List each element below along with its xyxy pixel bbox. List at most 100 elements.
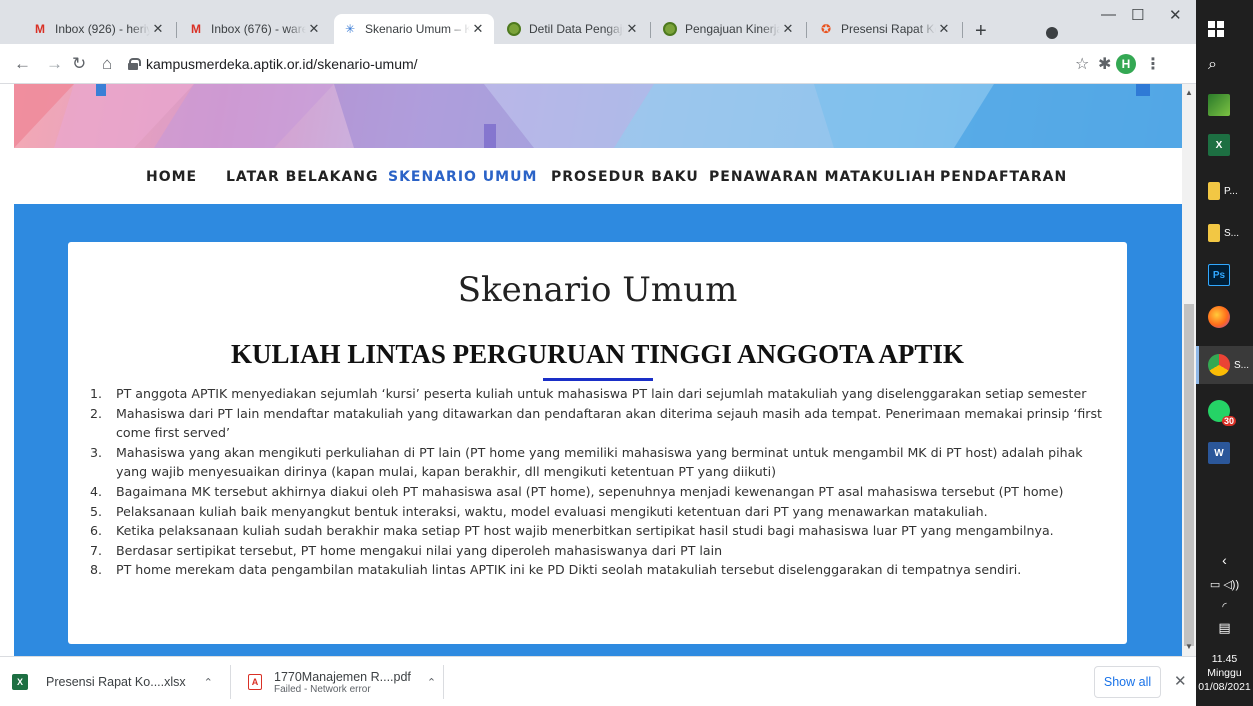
close-icon[interactable]: ✕ <box>936 21 952 37</box>
tab-pengajuan-kinerja[interactable]: Pengajuan Kinerja D ✕ <box>654 14 804 44</box>
nav-pendaftaran[interactable]: PENDAFTARAN <box>940 169 1067 185</box>
globe-icon <box>662 21 678 37</box>
close-icon[interactable]: ✕ <box>624 21 640 37</box>
close-icon[interactable]: ✕ <box>306 21 322 37</box>
step-text: Bagaimana MK tersebut akhirnya diakui ol… <box>116 483 1064 499</box>
step-text: PT home merekam data pengambilan matakul… <box>116 562 1022 578</box>
step-number: 1. <box>90 386 103 401</box>
pdf-file-icon: A <box>248 674 262 690</box>
banner-decoration <box>14 84 1182 148</box>
tab-strip: M Inbox (926) - heriyan ✕ M Inbox (676) … <box>0 0 1196 44</box>
step-text: Berdasar sertipikat tersebut, PT home me… <box>116 542 723 558</box>
step-number: 6. <box>90 523 103 539</box>
reload-icon[interactable]: ↻ <box>72 54 86 74</box>
tab-label: Inbox (926) - heriyan <box>55 22 150 36</box>
tab-gmail-heriyan[interactable]: M Inbox (926) - heriyan ✕ <box>24 14 174 44</box>
nav-latar-belakang[interactable]: LATAR BELAKANG <box>226 169 379 185</box>
windows-taskbar: ⌕ X P... S... Ps S... 30 W ‹ ▭ ◁)) ◜ ▤ 1… <box>1196 0 1253 706</box>
nav-home[interactable]: HOME <box>146 169 197 185</box>
whatsapp-icon[interactable]: 30 <box>1196 392 1253 430</box>
new-tab-button[interactable]: + <box>975 20 987 43</box>
wifi-icon[interactable]: ◜ <box>1196 600 1253 613</box>
browser-toolbar: ← → ↻ ⌂ kampusmerdeka.aptik.or.id/skenar… <box>0 44 1196 84</box>
taskbar-chrome[interactable]: S... <box>1196 346 1253 384</box>
page-title: Skenario Umum <box>457 270 738 310</box>
excel-icon[interactable]: X <box>1196 126 1253 164</box>
tab-label: Presensi Rapat Koor <box>841 22 936 36</box>
content-card: Skenario Umum KULIAH LINTAS PERGURUAN TI… <box>68 242 1127 644</box>
chrome-window: M Inbox (926) - heriyan ✕ M Inbox (676) … <box>0 0 1196 706</box>
lock-icon[interactable] <box>128 58 141 70</box>
taskbar-app-label: S... <box>1234 359 1250 371</box>
nav-prosedur-baku[interactable]: PROSEDUR BAKU <box>551 169 699 185</box>
page-scrollbar[interactable]: ▲ ▼ <box>1182 84 1196 656</box>
download-item-xlsx[interactable]: X Presensi Rapat Ko....xlsx ⌃ <box>12 657 226 706</box>
tab-skenario-umum[interactable]: ✳ Skenario Umum – K ✕ <box>334 14 494 44</box>
step-text: PT anggota APTIK menyediakan sejumlah ‘k… <box>116 386 1087 401</box>
page-subtitle: KULIAH LINTAS PERGURUAN TINGGI ANGGOTA A… <box>231 339 964 369</box>
scroll-down-icon[interactable]: ▼ <box>1185 642 1193 651</box>
step-text: Ketika pelaksanaan kuliah sudah berakhir… <box>116 523 1054 539</box>
taskbar-folder-p[interactable]: P... <box>1196 172 1253 210</box>
step-number: 8. <box>90 562 103 578</box>
tab-presensi-rapat[interactable]: ✪ Presensi Rapat Koor ✕ <box>810 14 960 44</box>
photoshop-logo: Ps <box>1208 264 1230 286</box>
forward-icon[interactable]: → <box>46 54 63 74</box>
search-icon[interactable]: ⌕ <box>1196 46 1253 84</box>
aptik-icon: ✳ <box>344 22 356 36</box>
tab-gmail-warek[interactable]: M Inbox (676) - warek ✕ <box>180 14 330 44</box>
menu-icon[interactable]: ⋮ <box>1145 54 1161 74</box>
close-icon[interactable]: ✕ <box>780 21 796 37</box>
download-shelf: X Presensi Rapat Ko....xlsx ⌃ A 1770Mana… <box>0 656 1196 706</box>
step-text: Pelaksanaan kuliah baik menyangkut bentu… <box>116 503 988 519</box>
photoshop-icon[interactable]: Ps <box>1196 256 1253 294</box>
bookmark-star-icon[interactable]: ☆ <box>1075 54 1089 74</box>
download-item-pdf[interactable]: A 1770Manajemen R....pdf Failed - Networ… <box>248 657 438 706</box>
corel-icon[interactable] <box>1196 86 1253 124</box>
volume-icon[interactable]: ▭ ◁)) <box>1196 578 1253 591</box>
chrome-icon <box>1208 354 1230 376</box>
site-navbar: HOME LATAR BELAKANG SKENARIO UMUM PROSED… <box>14 148 1182 204</box>
step-item: 7. Berdasar sertipikat tersebut, PT home … <box>90 541 1110 561</box>
url-text[interactable]: kampusmerdeka.aptik.or.id/skenario-umum/ <box>146 56 418 72</box>
close-icon[interactable]: ✕ <box>150 21 166 37</box>
download-separator <box>230 665 231 699</box>
profile-avatar[interactable]: H <box>1116 54 1136 74</box>
show-all-button[interactable]: Show all <box>1094 666 1161 698</box>
maximize-button[interactable]: ☐ <box>1131 6 1144 24</box>
firefox-icon[interactable] <box>1196 298 1253 336</box>
step-number: 3. <box>90 444 103 460</box>
chevron-left-icon[interactable]: ‹ <box>1196 552 1253 568</box>
home-icon[interactable]: ⌂ <box>102 54 112 74</box>
address-bar[interactable]: kampusmerdeka.aptik.or.id/skenario-umum/ <box>128 48 1073 80</box>
step-item: 2. Mahasiswa dari PT lain mendaftar matak… <box>90 404 1110 443</box>
minimize-button[interactable]: — <box>1101 6 1116 23</box>
tab-label: Skenario Umum – K <box>365 22 470 36</box>
windows-start-icon[interactable] <box>1196 10 1253 48</box>
taskbar-folder-s[interactable]: S... <box>1196 214 1253 252</box>
word-icon[interactable]: W <box>1196 434 1253 472</box>
step-number: 5. <box>90 503 103 519</box>
nav-skenario-umum[interactable]: SKENARIO UMUM <box>388 169 537 185</box>
close-icon[interactable]: ✕ <box>470 21 486 37</box>
scroll-thumb[interactable] <box>1184 304 1194 646</box>
tab-separator <box>962 22 963 38</box>
tab-separator <box>806 22 807 38</box>
chevron-up-icon[interactable]: ⌃ <box>204 676 213 689</box>
chevron-up-icon[interactable]: ⌃ <box>427 676 436 689</box>
tab-detil-data[interactable]: Detil Data Pengajua ✕ <box>498 14 648 44</box>
tab-search-icon[interactable] <box>1046 27 1058 39</box>
extensions-icon[interactable]: ✱ <box>1098 54 1111 74</box>
clock[interactable]: 11.45 Minggu 01/08/2021 <box>1196 652 1253 694</box>
scroll-up-icon[interactable]: ▲ <box>1185 88 1193 97</box>
download-filename: 1770Manajemen R....pdf <box>274 669 411 684</box>
notification-icon[interactable]: ▤ <box>1196 620 1253 636</box>
close-icon[interactable]: ✕ <box>1174 672 1187 690</box>
header-banner <box>14 84 1182 148</box>
nav-penawaran-matakuliah[interactable]: PENAWARAN MATAKULIAH <box>709 169 936 185</box>
window-close-button[interactable]: ✕ <box>1169 6 1182 24</box>
tab-label: Detil Data Pengajua <box>529 22 624 36</box>
step-text: Mahasiswa yang akan mengikuti perkuliaha… <box>116 444 1083 480</box>
page-left-margin <box>0 84 14 656</box>
back-icon[interactable]: ← <box>14 54 31 74</box>
